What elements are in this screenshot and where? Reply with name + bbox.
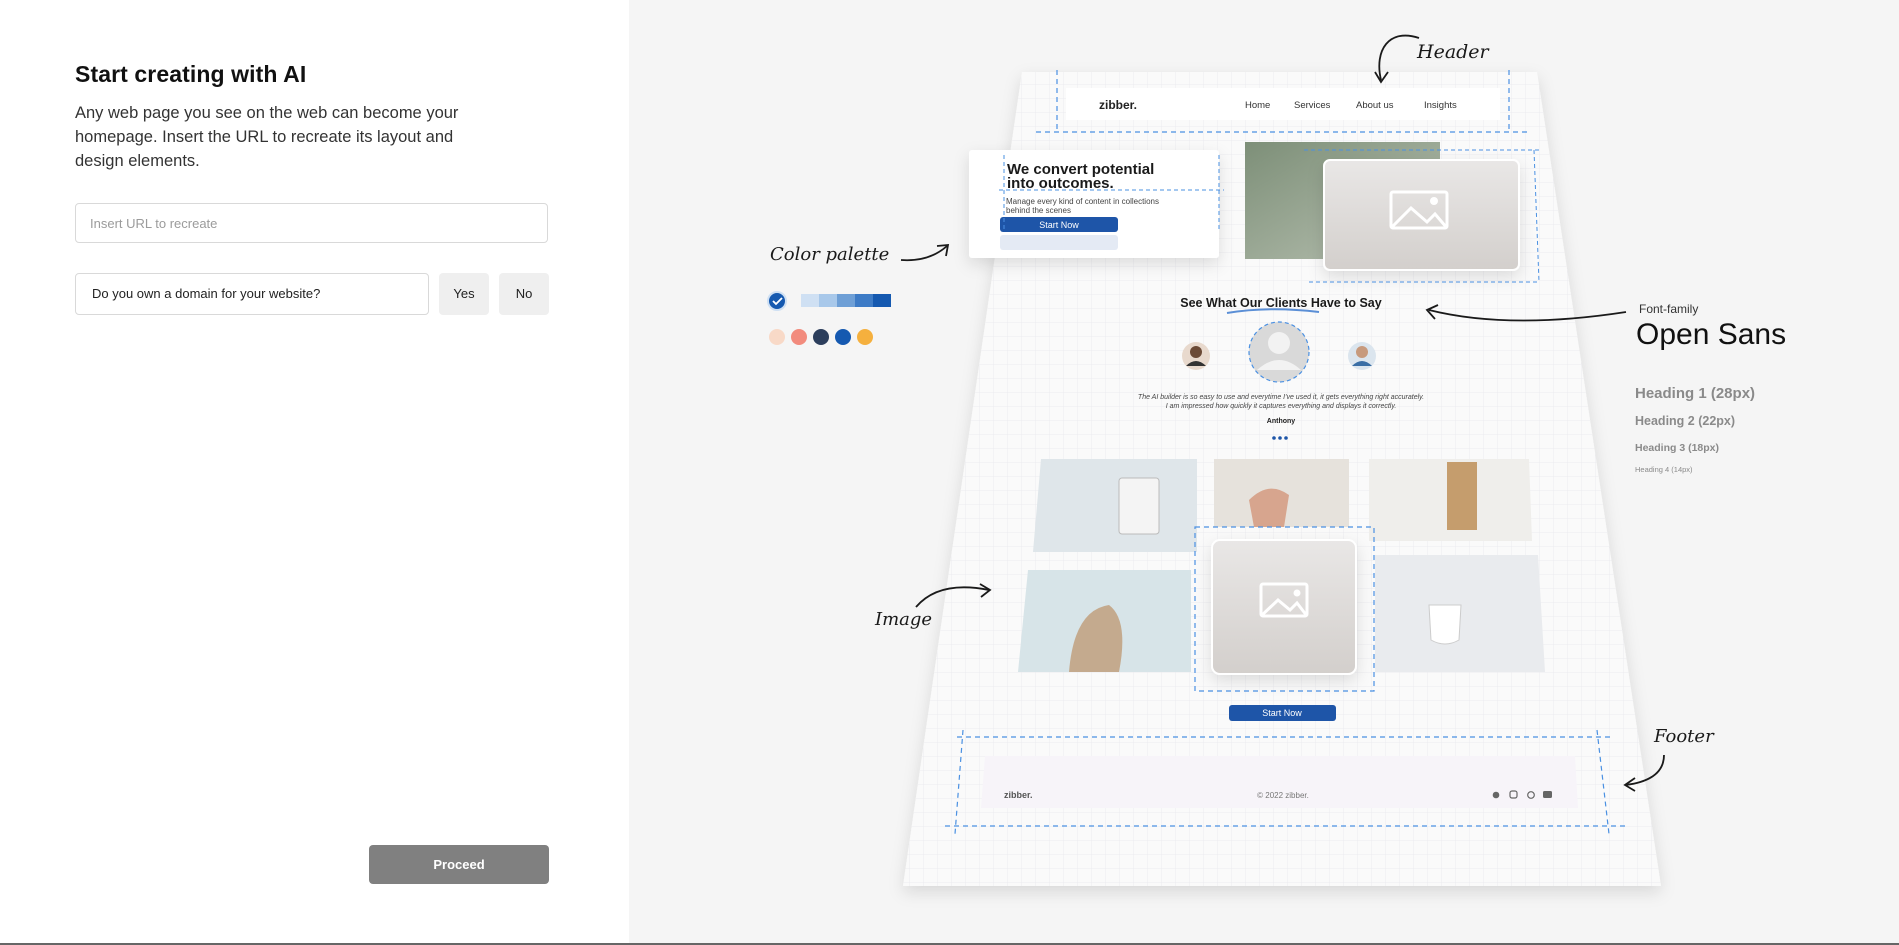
domain-question: Do you own a domain for your website? — [75, 273, 429, 315]
heading4-sample: Heading 4 (14px) — [1635, 465, 1693, 474]
svg-text:The AI builder is so easy to u: The AI builder is so easy to use and eve… — [1138, 394, 1424, 401]
url-input[interactable] — [75, 203, 548, 243]
heading3-sample: Heading 3 (18px) — [1635, 442, 1720, 454]
mock-image-placeholder — [1323, 159, 1520, 271]
palette-blue-3 — [837, 294, 855, 307]
twitter-icon — [1492, 791, 1500, 799]
svg-text:I am impressed how quickly it: I am impressed how quickly it captures e… — [1166, 403, 1397, 410]
font-family-name: Open Sans — [1636, 318, 1787, 351]
image-annotation: Image — [875, 609, 933, 630]
palette-blue-5 — [873, 294, 891, 307]
mock-nav-insights: Insights — [1424, 100, 1457, 111]
proceed-button[interactable]: Proceed — [369, 845, 549, 884]
mock-hero-text-2: behind the scenes — [1006, 206, 1071, 215]
youtube-icon — [1543, 791, 1552, 798]
page-title: Start creating with AI — [75, 61, 307, 87]
mock-image-placeholder-2 — [1211, 539, 1357, 675]
mock-testimonials-title: See What Our Clients Have to Say — [1180, 296, 1381, 310]
svg-text:© 2022 zibber.: © 2022 zibber. — [1257, 791, 1309, 800]
palette-arrow — [900, 245, 948, 262]
footer-annotation: Footer — [1654, 726, 1714, 747]
website-mockup: zibber. Home Services About us Insights … — [767, 34, 1665, 886]
palette-blue-1 — [801, 294, 819, 307]
mock-hero-title-2: into outcomes. — [1007, 175, 1114, 192]
form-panel: Start creating with AI Any web page you … — [0, 0, 629, 943]
header-annotation: Header — [1417, 41, 1489, 63]
heading1-sample: Heading 1 (28px) — [1635, 385, 1756, 402]
svg-text:Start Now: Start Now — [1039, 220, 1079, 230]
color-palette-annotation: Color palette — [770, 244, 890, 265]
palette-swatch-navy — [813, 329, 829, 345]
svg-text:zibber.: zibber. — [1004, 790, 1033, 800]
mock-nav-about: About us — [1356, 100, 1394, 111]
mock-gallery-1 — [1033, 459, 1197, 552]
svg-text:Start Now: Start Now — [1262, 708, 1302, 718]
preview-illustration: zibber. Home Services About us Insights … — [629, 0, 1899, 943]
mock-hero-text-1: Manage every kind of content in collecti… — [1006, 197, 1159, 206]
palette-blue-4 — [855, 294, 873, 307]
palette-blue-2 — [819, 294, 837, 307]
palette-swatch-amber — [857, 329, 873, 345]
mock-footer — [981, 756, 1578, 808]
mock-nav-home: Home — [1245, 100, 1270, 111]
mock-nav-services: Services — [1294, 100, 1331, 111]
heading2-sample: Heading 2 (22px) — [1635, 414, 1736, 428]
palette-swatch-coral — [791, 329, 807, 345]
mock-logo: zibber. — [1099, 98, 1137, 112]
page-subtitle: Any web page you see on the web can beco… — [75, 104, 459, 170]
svg-text:Anthony: Anthony — [1267, 418, 1295, 425]
palette-swatch-blue — [835, 329, 851, 345]
palette-selected-check — [767, 291, 787, 311]
font-family-label: Font-family — [1639, 302, 1699, 316]
palette-swatch-peach — [769, 329, 785, 345]
no-button[interactable]: No — [499, 273, 549, 315]
yes-button[interactable]: Yes — [439, 273, 489, 315]
